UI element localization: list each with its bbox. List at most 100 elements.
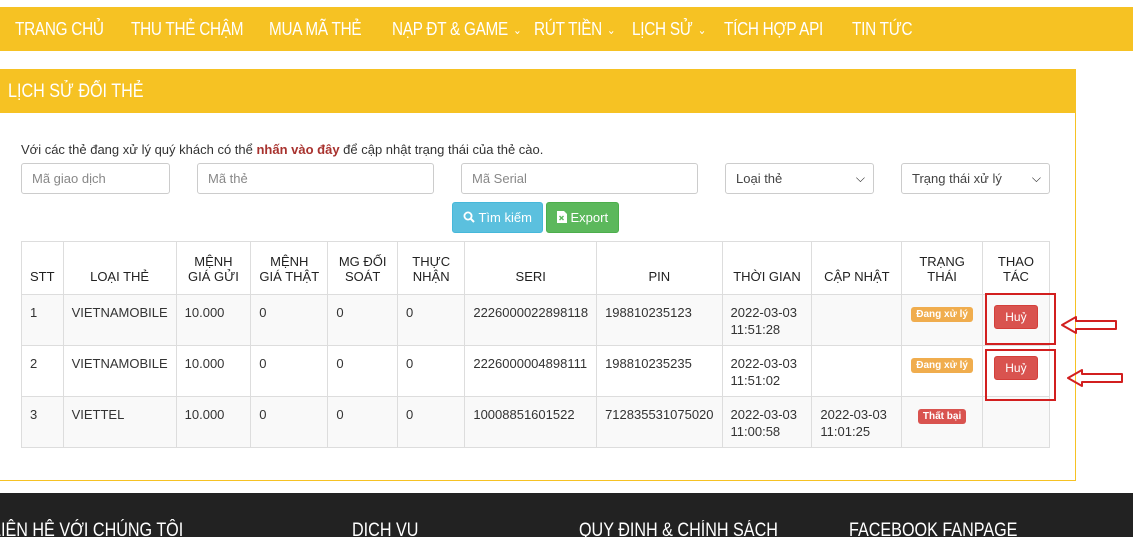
cell-status: Đang xử lý: [901, 294, 983, 346]
col-header: LOẠI THẺ: [62, 241, 177, 295]
status-badge: Thất bại: [917, 409, 967, 424]
nav-item-buy-card[interactable]: MUA MÃ THẺ: [269, 7, 362, 51]
cell-reconcile: 0: [327, 294, 399, 346]
col-header: STT: [21, 241, 64, 295]
status-select[interactable]: Trạng thái xử lý ⌵: [901, 163, 1050, 194]
cell-serial: 10008851601522: [464, 396, 598, 448]
cell-received: 0: [397, 294, 466, 346]
chevron-down-icon: ⌵: [855, 171, 865, 185]
page-title: LỊCH SỬ ĐỔI THẺ: [8, 81, 144, 102]
search-label: Tìm kiếm: [478, 210, 532, 225]
notice-suffix: để cập nhật trạng thái của thẻ cào.: [339, 142, 544, 157]
excel-file-icon: [556, 211, 567, 223]
nav-label: TRANG CHỦ: [15, 19, 104, 39]
annotation-arrow-icon: [1061, 316, 1117, 334]
table-row: 2 VIETNAMOBILE 10.000 0 0 0 222600000489…: [21, 345, 1051, 397]
nav-label: MUA MÃ THẺ: [269, 19, 362, 39]
cell-time: 2022-03-03 11:51:02: [721, 345, 813, 397]
cell-sent: 10.000: [175, 345, 252, 397]
col-header: SERI: [464, 241, 598, 295]
cell-stt: 1: [21, 294, 64, 346]
col-header: THỜI GIAN: [721, 241, 813, 295]
top-strip: [0, 0, 1133, 7]
panel-header: LỊCH SỬ ĐỔI THẺ: [0, 70, 1076, 113]
footer-contact-title: LIÊN HỆ VỚI CHÚNG TÔI: [0, 520, 184, 541]
chevron-down-icon: ⌵: [1031, 171, 1041, 185]
footer-policy-title: QUY ĐỊNH & CHÍNH SÁCH: [579, 520, 778, 541]
nav-label: RÚT TIỀN: [534, 19, 602, 39]
col-header: THAO TÁC: [981, 241, 1051, 295]
cell-time: 2022-03-03 11:51:28: [721, 294, 813, 346]
cell-updated: 2022-03-03 11:01:25: [811, 396, 903, 448]
footer-services-title: DỊCH VỤ: [352, 520, 419, 541]
nav-item-topup[interactable]: NẠP ĐT & GAME ⌄: [392, 7, 522, 51]
nav-item-withdraw[interactable]: RÚT TIỀN ⌄: [534, 7, 616, 51]
cell-serial: 2226000022898118: [464, 294, 598, 346]
notice-prefix: Với các thẻ đang xử lý quý khách có thể: [21, 142, 257, 157]
nav-item-home[interactable]: TRANG CHỦ: [15, 7, 104, 51]
cell-sent: 10.000: [175, 294, 252, 346]
nav-label: NẠP ĐT & GAME: [392, 19, 509, 39]
col-header: MỆNH GIÁ THẬT: [250, 241, 329, 295]
cell-status: Đang xử lý: [901, 345, 983, 397]
export-button[interactable]: Export: [546, 202, 619, 233]
annotation-box: [985, 349, 1056, 401]
status-value: Trạng thái xử lý: [912, 171, 1002, 186]
cell-type: VIETNAMOBILE: [62, 345, 177, 397]
transaction-id-input[interactable]: Mã giao dịch: [21, 163, 170, 194]
card-code-input[interactable]: Mã thẻ: [197, 163, 434, 194]
table-row: 3 VIETTEL 10.000 0 0 0 10008851601522 71…: [21, 396, 1051, 448]
cell-reconcile: 0: [327, 396, 399, 448]
history-table: STT LOẠI THẺ MỆNH GIÁ GỬI MỆNH GIÁ THẬT …: [21, 241, 1051, 448]
refresh-status-link[interactable]: nhấn vào đây: [256, 142, 339, 157]
nav-label: TÍCH HỢP API: [724, 19, 824, 39]
col-header: THỰC NHẬN: [397, 241, 466, 295]
nav-item-news[interactable]: TIN TỨC: [852, 7, 913, 51]
status-badge: Đang xử lý: [911, 307, 973, 322]
cell-pin: 198810235123: [596, 294, 723, 346]
cell-real: 0: [250, 345, 329, 397]
serial-input[interactable]: Mã Serial: [461, 163, 698, 194]
cell-type: VIETNAMOBILE: [62, 294, 177, 346]
chevron-down-icon: ⌄: [607, 23, 616, 38]
cell-reconcile: 0: [327, 345, 399, 397]
update-notice: Với các thẻ đang xử lý quý khách có thể …: [21, 142, 543, 157]
cell-action: [981, 396, 1051, 448]
cell-sent: 10.000: [175, 396, 252, 448]
cell-real: 0: [250, 396, 329, 448]
col-header: MG ĐỐI SOÁT: [327, 241, 399, 295]
status-badge: Đang xử lý: [911, 358, 973, 373]
annotation-box: [985, 293, 1056, 345]
cell-stt: 3: [21, 396, 64, 448]
cell-status: Thất bại: [901, 396, 983, 448]
cell-updated: [811, 345, 903, 397]
nav-label: LỊCH SỬ: [632, 19, 693, 39]
cell-serial: 2226000004898111: [464, 345, 598, 397]
cell-received: 0: [397, 345, 466, 397]
nav-item-history[interactable]: LỊCH SỬ ⌄: [632, 7, 706, 51]
table-header-row: STT LOẠI THẺ MỆNH GIÁ GỬI MỆNH GIÁ THẬT …: [21, 241, 1051, 295]
cell-time: 2022-03-03 11:00:58: [721, 396, 813, 448]
cell-stt: 2: [21, 345, 64, 397]
annotation-arrow-icon: [1067, 369, 1123, 387]
cell-real: 0: [250, 294, 329, 346]
col-header: TRẠNG THÁI: [901, 241, 983, 295]
nav-label: THU THẺ CHẬM: [131, 19, 244, 39]
search-button[interactable]: Tìm kiếm: [452, 202, 543, 233]
card-type-value: Loại thẻ: [736, 171, 783, 186]
cell-type: VIETTEL: [62, 396, 177, 448]
table-row: 1 VIETNAMOBILE 10.000 0 0 0 222600002289…: [21, 294, 1051, 346]
card-type-select[interactable]: Loại thẻ ⌵: [725, 163, 874, 194]
col-header: PIN: [596, 241, 723, 295]
export-label: Export: [570, 210, 609, 225]
footer-fanpage-title: FACEBOOK FANPAGE: [849, 520, 1018, 541]
search-icon: [463, 211, 475, 223]
cell-received: 0: [397, 396, 466, 448]
col-header: MỆNH GIÁ GỬI: [175, 241, 252, 295]
nav-label: TIN TỨC: [852, 19, 913, 39]
nav-item-api[interactable]: TÍCH HỢP API: [724, 7, 823, 51]
nav-item-slow-card[interactable]: THU THẺ CHẬM: [131, 7, 244, 51]
cell-updated: [811, 294, 903, 346]
chevron-down-icon: ⌄: [697, 23, 707, 38]
col-header: CẬP NHẬT: [811, 241, 903, 295]
